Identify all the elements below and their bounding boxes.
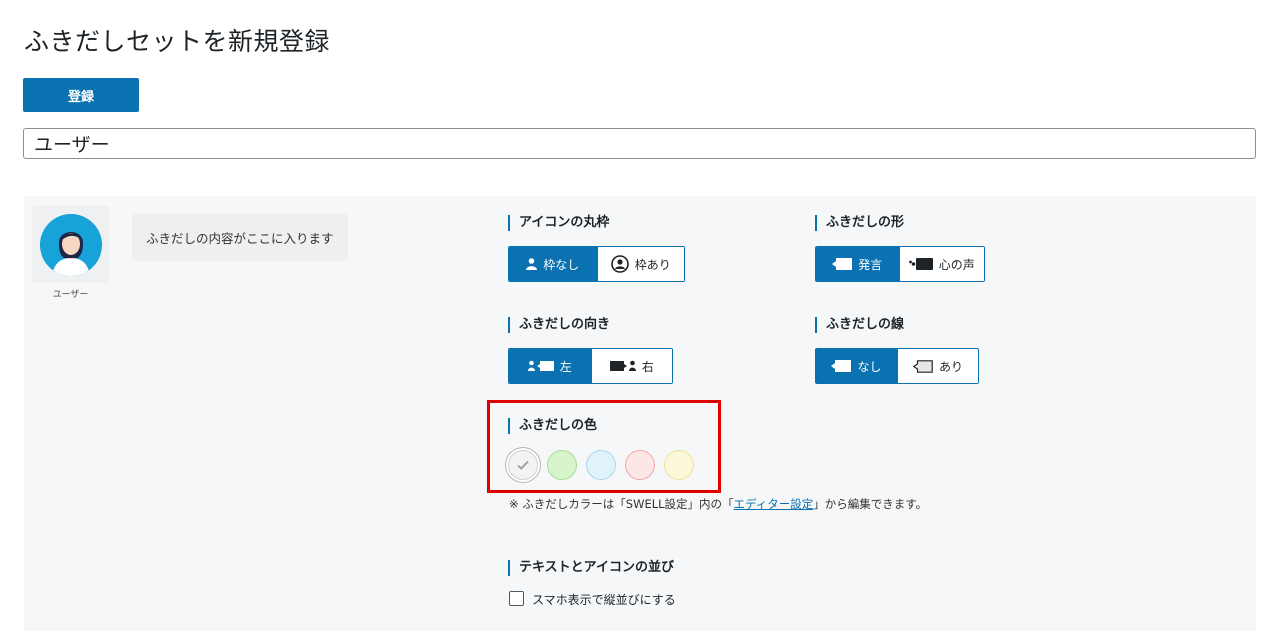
speech-bubble-icon	[832, 258, 853, 270]
line-none-label: なし	[857, 359, 882, 374]
icon-frame-on-button[interactable]: 枠あり	[596, 247, 684, 281]
bubble-person-right-icon	[609, 360, 636, 372]
vertical-layout-checkbox-label: スマホ表示で縦並びにする	[532, 593, 676, 607]
bubble-direction-label: ふきだしの向き	[508, 317, 610, 333]
color-note: ※ ふきだしカラーは「SWELL設定」内の「エディター設定」から編集できます。	[509, 496, 927, 512]
shape-thought-button[interactable]: 心の声	[898, 247, 984, 281]
icon-frame-toggle: 枠なし 枠あり	[508, 246, 685, 282]
color-note-prefix: ※ ふきだしカラーは「SWELL設定」内の「	[509, 497, 734, 511]
icon-frame-none-label: 枠なし	[543, 257, 580, 272]
bubble-line-label: ふきだしの線	[815, 317, 904, 333]
text-icon-order-section: テキストとアイコンの並び	[508, 560, 674, 576]
icon-frame-section: アイコンの丸枠	[508, 215, 609, 231]
person-bubble-left-icon	[527, 360, 554, 372]
line-none-button[interactable]: なし	[816, 349, 897, 383]
bubble-outline-icon	[912, 359, 933, 373]
bubble-shape-section: ふきだしの形	[815, 215, 904, 231]
editor-settings-link[interactable]: エディター設定	[734, 497, 814, 511]
avatar	[39, 213, 102, 276]
text-icon-order-label: テキストとアイコンの並び	[508, 560, 674, 576]
bubble-direction-toggle: 左 右	[508, 348, 673, 384]
shape-speech-button[interactable]: 発言	[816, 247, 899, 281]
icon-frame-none-button[interactable]: 枠なし	[509, 247, 597, 281]
direction-left-label: 左	[559, 359, 572, 374]
register-button[interactable]: 登録	[23, 78, 139, 112]
bubble-direction-section: ふきだしの向き	[508, 317, 610, 333]
person-circle-icon	[610, 255, 629, 273]
vertical-layout-checkbox[interactable]	[509, 591, 524, 606]
preview-name: ユーザー	[52, 290, 89, 300]
highlight-box	[487, 400, 721, 493]
page-title: ふきだしセットを新規登録	[24, 27, 331, 56]
preview-avatar-box	[32, 206, 109, 283]
color-note-suffix: 」から編集できます。	[813, 497, 928, 511]
bubble-line-toggle: なし あり	[815, 348, 979, 384]
bubble-line-section: ふきだしの線	[815, 317, 904, 333]
icon-frame-on-label: 枠あり	[634, 257, 671, 272]
direction-right-button[interactable]: 右	[590, 349, 672, 383]
preview-bubble: ふきだしの内容がここに入ります	[132, 213, 348, 261]
shape-speech-label: 発言	[858, 257, 883, 272]
line-on-button[interactable]: あり	[897, 349, 978, 383]
thought-bubble-icon	[908, 258, 933, 270]
shape-thought-label: 心の声	[938, 257, 975, 272]
person-icon	[526, 258, 538, 270]
icon-frame-label: アイコンの丸枠	[508, 215, 609, 231]
line-on-label: あり	[938, 359, 963, 374]
bubble-shape-label: ふきだしの形	[815, 215, 904, 231]
direction-right-label: 右	[641, 359, 654, 374]
direction-left-button[interactable]: 左	[509, 349, 591, 383]
bubble-filled-icon	[831, 360, 852, 372]
bubble-shape-toggle: 発言 心の声	[815, 246, 985, 282]
set-name-input[interactable]	[23, 128, 1256, 159]
